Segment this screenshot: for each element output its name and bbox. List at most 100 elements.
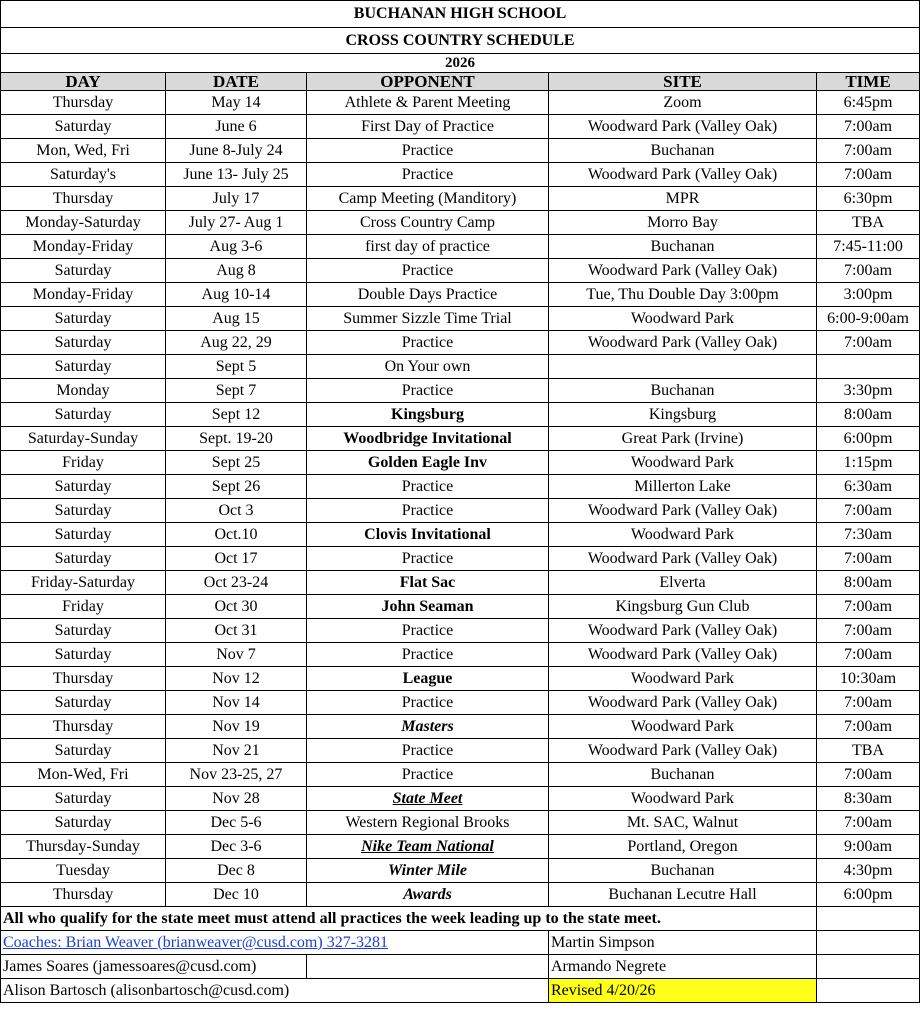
cell-date: May 14 bbox=[165, 90, 307, 115]
column-header-date: DATE bbox=[165, 72, 307, 91]
note-empty-cell bbox=[815, 906, 920, 931]
state-meet-note: All who qualify for the state meet must … bbox=[0, 906, 817, 931]
column-header-site: SITE bbox=[548, 72, 817, 91]
cell-time: 8:00am bbox=[815, 570, 920, 595]
schedule-year: 2026 bbox=[0, 53, 920, 73]
cell-site: Woodward Park bbox=[548, 522, 817, 547]
cell-time: 8:30am bbox=[815, 786, 920, 811]
cell-site: Elverta bbox=[548, 570, 817, 595]
sheet-body: BUCHANAN HIGH SCHOOL CROSS COUNTRY SCHED… bbox=[0, 0, 920, 1003]
cell-time: 7:00am bbox=[815, 810, 920, 835]
cell-day: Friday bbox=[0, 594, 166, 619]
cell-site: Buchanan bbox=[548, 234, 817, 259]
schedule-row: Thursday Dec 10 Awards Buchanan Lecutre Hal… bbox=[0, 882, 920, 907]
cell-opponent: Cross Country Camp bbox=[306, 210, 549, 235]
cell-opponent: Practice bbox=[306, 474, 549, 499]
cell-date: Dec 10 bbox=[165, 882, 307, 907]
cell-site: Kingsburg bbox=[548, 402, 817, 427]
schedule-row: Saturday Nov 28 State Meet Woodward Park 8:3… bbox=[0, 786, 920, 811]
footer-empty-cell-2 bbox=[306, 954, 549, 979]
cell-date: Sept 26 bbox=[165, 474, 307, 499]
cell-day: Saturday bbox=[0, 306, 166, 331]
cell-day: Saturday bbox=[0, 690, 166, 715]
cell-time: 1:15pm bbox=[815, 450, 920, 475]
cell-date: Dec 8 bbox=[165, 858, 307, 883]
cell-date: Nov 21 bbox=[165, 738, 307, 763]
schedule-row: Saturday Oct.10 Clovis Invitational Woodwar… bbox=[0, 522, 920, 547]
column-header-day: DAY bbox=[0, 72, 166, 91]
cell-date: Oct 30 bbox=[165, 594, 307, 619]
cell-day: Saturday bbox=[0, 642, 166, 667]
cell-date: July 27- Aug 1 bbox=[165, 210, 307, 235]
schedule-row: Monday-Friday Aug 10-14 Double Days Practi… bbox=[0, 282, 920, 307]
cell-opponent: League bbox=[306, 666, 549, 691]
title-row-year: 2026 bbox=[0, 53, 920, 73]
cell-site: Kingsburg Gun Club bbox=[548, 594, 817, 619]
cell-day: Thursday bbox=[0, 90, 166, 115]
schedule-row: Saturday Sept 26 Practice Millerton Lake 6:3… bbox=[0, 474, 920, 499]
cell-time: 6:30am bbox=[815, 474, 920, 499]
cell-date: June 6 bbox=[165, 114, 307, 139]
schedule-row: Thursday May 14 Athlete & Parent Meeting Zo… bbox=[0, 90, 920, 115]
cell-date: Aug 3-6 bbox=[165, 234, 307, 259]
cell-opponent: first day of practice bbox=[306, 234, 549, 259]
cell-opponent: Practice bbox=[306, 498, 549, 523]
cell-site: Woodward Park (Valley Oak) bbox=[548, 162, 817, 187]
cell-time: 6:45pm bbox=[815, 90, 920, 115]
coach-negrete: Armando Negrete bbox=[548, 954, 817, 979]
schedule-row: Thursday July 17 Camp Meeting (Manditory) M… bbox=[0, 186, 920, 211]
cell-day: Monday-Saturday bbox=[0, 210, 166, 235]
cell-opponent: State Meet bbox=[306, 786, 549, 811]
cell-site bbox=[548, 354, 817, 379]
cell-day: Saturday bbox=[0, 738, 166, 763]
cell-opponent: Practice bbox=[306, 330, 549, 355]
cell-date: Aug 8 bbox=[165, 258, 307, 283]
cell-time: 7:00am bbox=[815, 618, 920, 643]
footer-empty-cell-4 bbox=[815, 978, 920, 1003]
schedule-row: Mon-Wed, Fri Nov 23-25, 27 Practice Buchana… bbox=[0, 762, 920, 787]
schedule-row: Monday-Friday Aug 3-6 first day of practic… bbox=[0, 234, 920, 259]
footer-row-2: James Soares (jamessoares@cusd.com) Arma… bbox=[0, 954, 920, 979]
cell-day: Tuesday bbox=[0, 858, 166, 883]
cell-site: Buchanan bbox=[548, 858, 817, 883]
schedule-row: Saturday Aug 15 Summer Sizzle Time Trial Wo… bbox=[0, 306, 920, 331]
cell-site: Mt. SAC, Walnut bbox=[548, 810, 817, 835]
schedule-row: Friday Sept 25 Golden Eagle Inv Woodward Pa… bbox=[0, 450, 920, 475]
cell-time: TBA bbox=[815, 738, 920, 763]
cell-day: Thursday bbox=[0, 666, 166, 691]
cell-day: Friday-Saturday bbox=[0, 570, 166, 595]
cell-site: Great Park (Irvine) bbox=[548, 426, 817, 451]
column-header-opponent: OPPONENT bbox=[306, 72, 549, 91]
cell-date: Oct 3 bbox=[165, 498, 307, 523]
footer-row-1: Coaches: Brian Weaver (brianweaver@cusd.… bbox=[0, 930, 920, 955]
cell-site: Zoom bbox=[548, 90, 817, 115]
cell-site: Woodward Park bbox=[548, 306, 817, 331]
cell-date: July 17 bbox=[165, 186, 307, 211]
cell-site: Woodward Park bbox=[548, 714, 817, 739]
cell-site: Woodward Park (Valley Oak) bbox=[548, 498, 817, 523]
cell-date: Oct 31 bbox=[165, 618, 307, 643]
coach-soares: James Soares (jamessoares@cusd.com) bbox=[0, 954, 307, 979]
cell-opponent: Summer Sizzle Time Trial bbox=[306, 306, 549, 331]
cell-opponent: Kingsburg bbox=[306, 402, 549, 427]
cell-time: 6:00pm bbox=[815, 882, 920, 907]
cell-day: Saturday bbox=[0, 330, 166, 355]
cell-time: TBA bbox=[815, 210, 920, 235]
cell-date: June 13- July 25 bbox=[165, 162, 307, 187]
cell-site: Buchanan bbox=[548, 762, 817, 787]
cell-date: Dec 3-6 bbox=[165, 834, 307, 859]
cell-opponent: On Your own bbox=[306, 354, 549, 379]
cell-site: Woodward Park bbox=[548, 786, 817, 811]
schedule-row: Saturday Sept 12 Kingsburg Kingsburg 8:00am bbox=[0, 402, 920, 427]
cell-date: Aug 10-14 bbox=[165, 282, 307, 307]
schedule-row: Saturday Oct 17 Practice Woodward Park (Val… bbox=[0, 546, 920, 571]
schedule-row: Thursday-Sunday Dec 3-6 Nike Team National… bbox=[0, 834, 920, 859]
cell-opponent: Practice bbox=[306, 258, 549, 283]
cell-opponent: Western Regional Brooks bbox=[306, 810, 549, 835]
cell-site: Woodward Park (Valley Oak) bbox=[548, 114, 817, 139]
cell-day: Mon-Wed, Fri bbox=[0, 762, 166, 787]
coach-email-link[interactable]: Coaches: Brian Weaver (brianweaver@cusd.… bbox=[3, 934, 388, 951]
cell-site: Woodward Park bbox=[548, 450, 817, 475]
revised-date: Revised 4/20/26 bbox=[548, 978, 817, 1003]
schedule-row: Saturday Aug 22, 29 Practice Woodward Park … bbox=[0, 330, 920, 355]
